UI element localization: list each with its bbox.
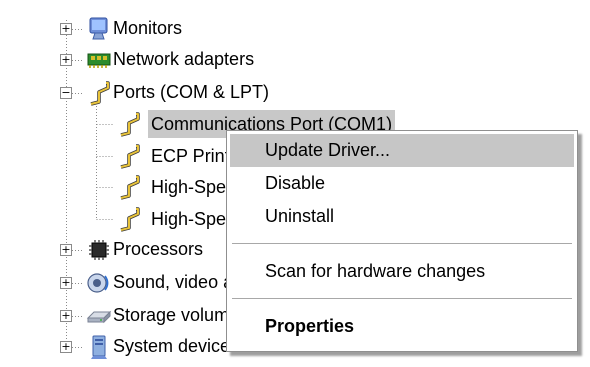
menu-item-properties[interactable]: Properties bbox=[230, 310, 574, 343]
network-adapter-icon bbox=[87, 53, 111, 68]
port-icon bbox=[120, 112, 140, 137]
menu-item-uninstall[interactable]: Uninstall bbox=[230, 200, 574, 233]
expand-network-adapters-button[interactable]: + bbox=[60, 54, 72, 66]
menu-item-update-driver[interactable]: Update Driver... bbox=[230, 134, 574, 167]
tree-item-network-adapters[interactable]: Network adapters bbox=[110, 45, 257, 73]
expand-monitors-button[interactable]: + bbox=[60, 23, 72, 35]
tree-item-monitors[interactable]: Monitors bbox=[110, 14, 185, 42]
context-menu: Update Driver... Disable Uninstall Scan … bbox=[226, 130, 578, 352]
sound-icon bbox=[87, 273, 109, 293]
expand-processors-button[interactable]: + bbox=[60, 244, 72, 256]
tree-item-processors[interactable]: Processors bbox=[110, 235, 206, 263]
monitor-icon bbox=[89, 17, 108, 40]
tree-item-ports[interactable]: Ports (COM & LPT) bbox=[110, 78, 272, 106]
port-icon bbox=[120, 175, 140, 200]
menu-separator bbox=[232, 298, 572, 299]
expand-storage-volumes-button[interactable]: + bbox=[60, 310, 72, 322]
port-icon bbox=[90, 81, 110, 106]
port-icon bbox=[120, 144, 140, 169]
system-device-icon bbox=[91, 335, 107, 359]
collapse-ports-button[interactable]: − bbox=[60, 87, 72, 99]
expand-sound-video-button[interactable]: + bbox=[60, 277, 72, 289]
tree-item-system-devices[interactable]: System devices bbox=[110, 332, 242, 360]
processor-icon bbox=[89, 240, 109, 260]
menu-item-disable[interactable]: Disable bbox=[230, 167, 574, 200]
expand-system-devices-button[interactable]: + bbox=[60, 341, 72, 353]
menu-separator bbox=[232, 243, 572, 244]
port-icon bbox=[120, 207, 140, 232]
storage-icon bbox=[86, 310, 112, 324]
menu-item-scan-hardware[interactable]: Scan for hardware changes bbox=[230, 255, 574, 288]
